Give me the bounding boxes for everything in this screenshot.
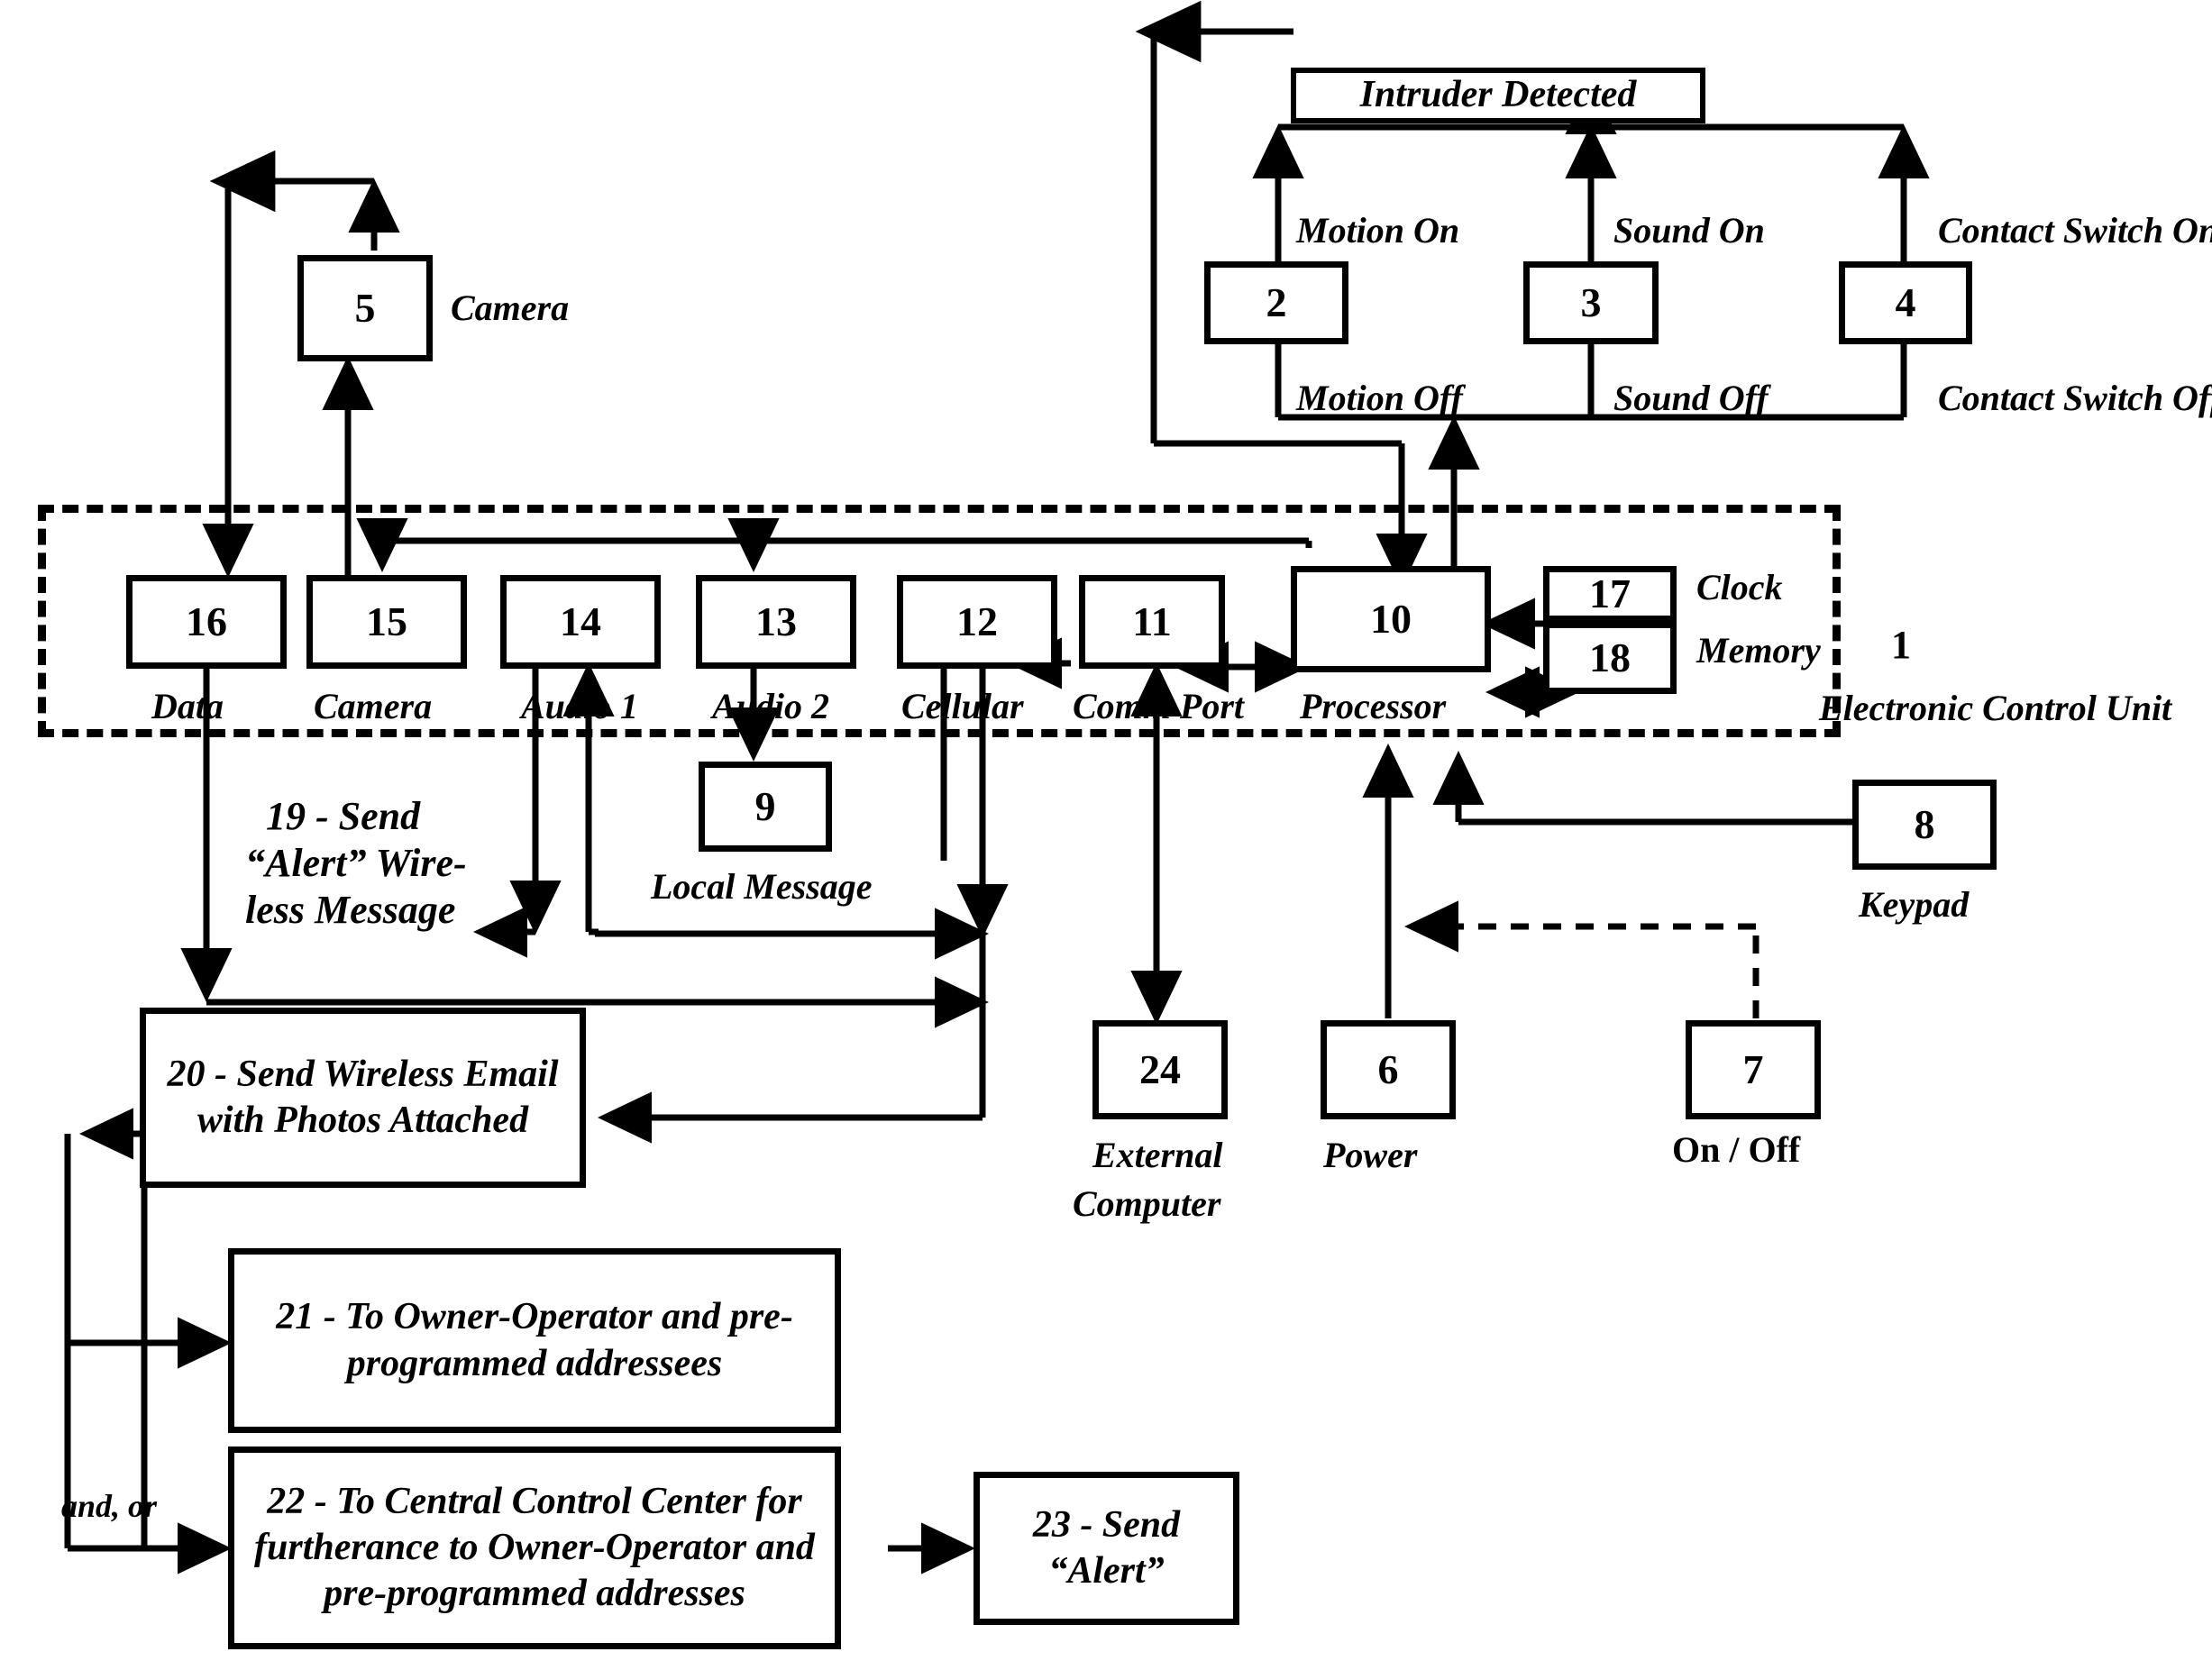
ecu-clock-box-17: 17 — [1543, 566, 1677, 622]
on-off-box-7: 7 — [1686, 1020, 1821, 1119]
sensor-3-ref: 3 — [1580, 279, 1602, 325]
box-8-ref: 8 — [1914, 801, 1935, 847]
camera-5-caption: Camera — [451, 287, 570, 328]
power-box-6: 6 — [1321, 1020, 1456, 1119]
ecu-module-14: 14 — [500, 575, 661, 669]
local-message-caption: Local Message — [651, 866, 873, 907]
sound-on-label: Sound On — [1613, 210, 1765, 251]
ecu-module-15: 15 — [306, 575, 467, 669]
ecu-module-12: 12 — [897, 575, 1057, 669]
action-23-line1: 23 - Send — [1032, 1503, 1181, 1546]
action-box-21: 21 - To Owner-Operator and pre-programme… — [228, 1248, 841, 1433]
action-22-label: 22 - To Central Control Center for furth… — [254, 1480, 815, 1615]
module-11-ref: 11 — [1132, 598, 1172, 644]
action-box-20: 20 - Send Wireless Email with Photos Att… — [140, 1008, 586, 1188]
action-20-label: 20 - Send Wireless Email with Photos Att… — [167, 1053, 559, 1141]
sensor-box-2: 2 — [1204, 261, 1348, 344]
box-7-ref: 7 — [1742, 1046, 1764, 1092]
action-19-line3: less Message — [245, 888, 456, 932]
external-computer-caption-line2: Computer — [1073, 1183, 1221, 1224]
ecu-module-16: 16 — [126, 575, 287, 669]
motion-off-label: Motion Off — [1296, 378, 1463, 418]
clock-caption: Clock — [1696, 567, 1783, 607]
memory-18-ref: 18 — [1589, 634, 1631, 680]
on-off-caption: On / Off — [1672, 1129, 1801, 1170]
module-10-ref: 10 — [1370, 596, 1412, 642]
box-9-ref: 9 — [754, 783, 776, 829]
contact-switch-on-label: Contact Switch On — [1938, 210, 2212, 251]
module-15-caption: Camera — [314, 686, 433, 726]
memory-caption: Memory — [1696, 630, 1821, 671]
module-14-caption: Audio 1 — [521, 686, 639, 726]
ecu-module-10-processor: 10 — [1291, 566, 1491, 672]
keypad-box-8: 8 — [1852, 780, 1997, 870]
patent-figure-canvas: Intruder Detected 2 Motion On Motion Off… — [0, 0, 2212, 1661]
action-box-22: 22 - To Central Control Center for furth… — [228, 1447, 841, 1649]
power-caption: Power — [1323, 1135, 1418, 1175]
clock-17-ref: 17 — [1589, 570, 1631, 616]
ecu-module-11: 11 — [1079, 575, 1225, 669]
ecu-memory-box-18: 18 — [1543, 622, 1677, 694]
module-16-ref: 16 — [186, 598, 227, 644]
intruder-detected-label: Intruder Detected — [1359, 74, 1637, 116]
ecu-module-13: 13 — [696, 575, 856, 669]
module-10-caption: Processor — [1300, 686, 1447, 726]
local-message-box-9: 9 — [699, 762, 832, 852]
action-box-23: 23 - Send “Alert” — [973, 1472, 1239, 1625]
motion-on-label: Motion On — [1296, 210, 1460, 251]
module-16-caption: Data — [151, 686, 224, 726]
module-12-ref: 12 — [956, 598, 998, 644]
box-6-ref: 6 — [1377, 1046, 1399, 1092]
box-24-ref: 24 — [1139, 1046, 1181, 1092]
sensor-2-ref: 2 — [1266, 279, 1287, 325]
module-15-ref: 15 — [366, 598, 407, 644]
external-computer-caption-line1: External — [1092, 1135, 1223, 1175]
camera-box-5: 5 — [297, 255, 433, 361]
ecu-caption: Electronic Control Unit — [1819, 688, 2172, 728]
module-13-caption: Audio 2 — [712, 686, 830, 726]
contact-switch-off-label: Contact Switch Off — [1938, 378, 2212, 418]
module-13-ref: 13 — [755, 598, 797, 644]
sensor-box-3: 3 — [1523, 261, 1659, 344]
action-19-line1: 19 - Send — [266, 794, 421, 838]
sound-off-label: Sound Off — [1613, 378, 1769, 418]
camera-5-ref: 5 — [354, 285, 376, 331]
ecu-ref-number: 1 — [1891, 623, 1911, 667]
action-21-label: 21 - To Owner-Operator and pre-programme… — [276, 1296, 793, 1384]
sensor-box-4: 4 — [1839, 261, 1972, 344]
module-11-caption: Comm Port — [1073, 686, 1245, 726]
sensor-4-ref: 4 — [1895, 279, 1916, 325]
module-12-caption: Cellular — [901, 686, 1024, 726]
external-computer-box-24: 24 — [1092, 1020, 1228, 1119]
action-19-line2: “Alert” Wire- — [245, 841, 467, 885]
and-or-label: and, or — [61, 1488, 158, 1524]
module-14-ref: 14 — [560, 598, 601, 644]
keypad-caption: Keypad — [1859, 884, 1970, 925]
intruder-detected-box: Intruder Detected — [1291, 68, 1705, 123]
action-23-line2: “Alert” — [1048, 1550, 1165, 1592]
